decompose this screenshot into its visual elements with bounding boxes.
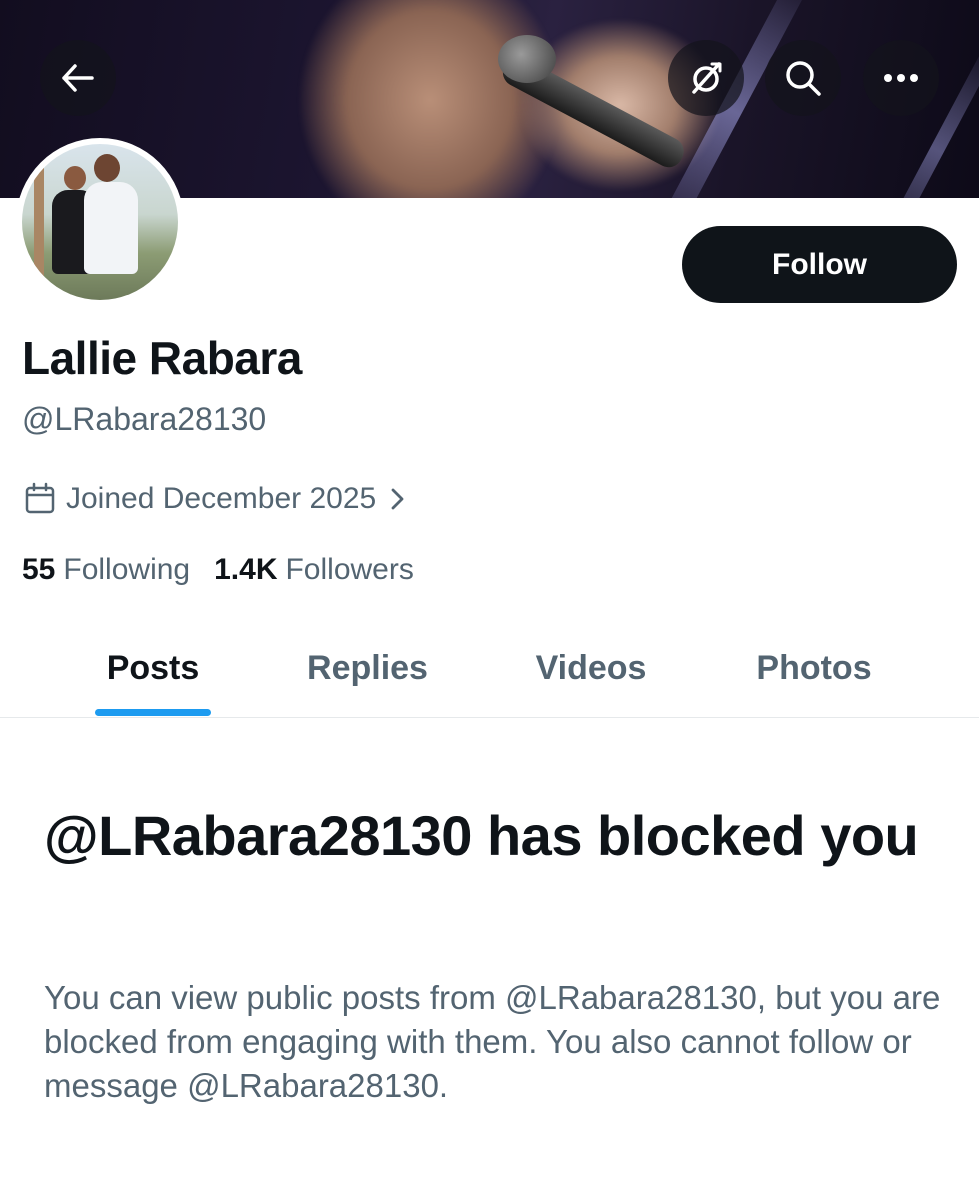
avatar-person-body — [84, 182, 138, 274]
banner-microphone-head — [498, 35, 556, 83]
more-options-button[interactable] — [863, 40, 939, 116]
avatar-person-head — [64, 166, 86, 190]
tab-videos[interactable]: Videos — [522, 620, 660, 717]
followers-label: Followers — [285, 553, 414, 586]
follow-stats: 55 Following 1.4K Followers — [22, 553, 438, 587]
blocked-description: You can view public posts from @LRabara2… — [44, 979, 941, 1104]
following-label: Following — [63, 553, 191, 586]
back-button[interactable] — [40, 40, 116, 116]
profile-handle: @LRabara28130 — [22, 401, 267, 437]
follow-button[interactable]: Follow — [682, 226, 957, 303]
avatar-image — [22, 144, 178, 300]
search-icon — [786, 61, 821, 96]
avatar[interactable] — [16, 138, 184, 306]
chevron-right-icon — [391, 488, 404, 510]
profile-tabs: Posts Replies Videos Photos — [0, 620, 979, 718]
blocked-title: @LRabara28130 has blocked you — [44, 804, 919, 867]
tab-posts[interactable]: Posts — [95, 620, 211, 717]
display-name: Lallie Rabara — [22, 332, 302, 384]
following-count: 55 — [22, 553, 56, 586]
translate-icon — [692, 62, 722, 94]
joined-date-row[interactable]: Joined December 2025 — [24, 482, 406, 516]
active-tab-indicator — [95, 709, 211, 716]
tab-photos[interactable]: Photos — [745, 620, 883, 717]
avatar-person-head — [94, 154, 120, 182]
followers-link[interactable]: 1.4K Followers — [214, 553, 414, 587]
back-arrow-icon — [62, 64, 94, 92]
following-link[interactable]: 55 Following — [22, 553, 190, 587]
search-button[interactable] — [765, 40, 841, 116]
avatar-bg-post — [34, 144, 44, 300]
followers-count: 1.4K — [214, 553, 278, 586]
more-icon — [884, 74, 918, 82]
joined-date: Joined December 2025 — [66, 482, 377, 515]
calendar-icon — [25, 482, 55, 514]
translate-button[interactable] — [668, 40, 744, 116]
tab-replies[interactable]: Replies — [295, 620, 440, 717]
